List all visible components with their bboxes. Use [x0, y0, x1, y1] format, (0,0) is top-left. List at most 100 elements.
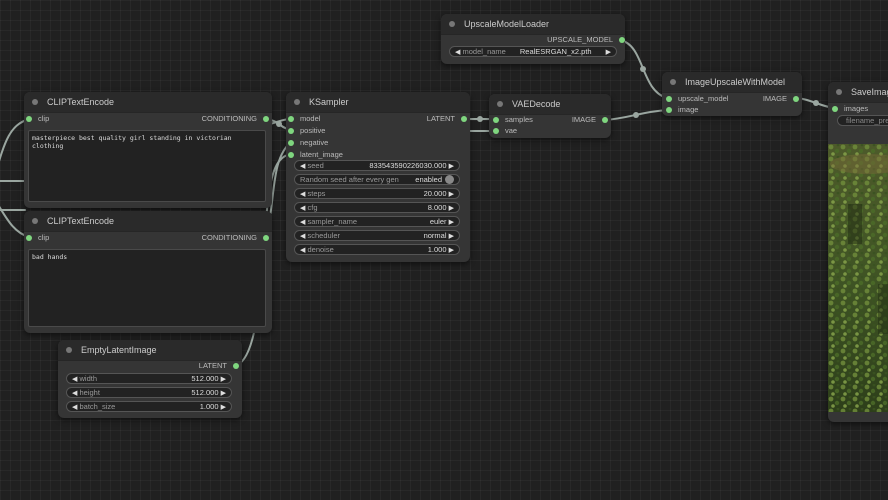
node-save-image[interactable]: SaveImage images filename_pref [828, 82, 888, 422]
input-clip[interactable]: clip [26, 114, 49, 124]
toggle-icon[interactable] [445, 175, 454, 185]
arrow-right-icon[interactable]: ▶ [221, 404, 226, 411]
output-pin-icon[interactable] [619, 37, 625, 43]
input-pin-icon[interactable] [288, 128, 294, 134]
node-ksampler[interactable]: KSampler model positive negative latent_… [286, 92, 470, 262]
output-conditioning[interactable]: CONDITIONING [202, 114, 269, 124]
widget-value: 1.000 [199, 402, 219, 411]
prompt-text-area[interactable]: masterpiece best quality girl standing i… [28, 130, 266, 202]
input-pin-icon[interactable] [832, 106, 838, 112]
seed-widget[interactable]: ◀ seed 833543590226030.000 ▶ [294, 160, 460, 171]
filename-prefix-field[interactable]: filename_pref [837, 115, 888, 126]
input-model[interactable]: model [288, 114, 320, 124]
collapse-dot-icon[interactable] [670, 79, 676, 85]
scheduler-combo[interactable]: ◀ scheduler normal ▶ [294, 230, 460, 241]
arrow-left-icon[interactable]: ◀ [300, 163, 305, 170]
node-title-bar[interactable]: ImageUpscaleWithModel [662, 72, 802, 93]
node-clip-text-encode-positive[interactable]: CLIPTextEncode clip CONDITIONING masterp… [24, 92, 272, 208]
input-label: image [678, 105, 699, 114]
node-image-upscale-with-model[interactable]: ImageUpscaleWithModel upscale_model imag… [662, 72, 802, 116]
input-pin-icon[interactable] [288, 140, 294, 146]
arrow-left-icon[interactable]: ◀ [455, 49, 460, 56]
output-label: IMAGE [571, 115, 596, 124]
node-clip-text-encode-negative[interactable]: CLIPTextEncode clip CONDITIONING bad han… [24, 211, 272, 333]
arrow-left-icon[interactable]: ◀ [300, 233, 305, 240]
input-positive[interactable]: positive [288, 126, 325, 136]
node-title-bar[interactable]: CLIPTextEncode [24, 92, 272, 113]
arrow-left-icon[interactable]: ◀ [72, 404, 77, 411]
node-title-bar[interactable]: VAEDecode [489, 94, 611, 115]
arrow-left-icon[interactable]: ◀ [72, 376, 77, 383]
steps-widget[interactable]: ◀ steps 20.000 ▶ [294, 188, 460, 199]
output-pin-icon[interactable] [461, 116, 467, 122]
arrow-right-icon[interactable]: ▶ [449, 163, 454, 170]
output-pin-icon[interactable] [263, 116, 269, 122]
cfg-widget[interactable]: ◀ cfg 8.000 ▶ [294, 202, 460, 213]
arrow-left-icon[interactable]: ◀ [300, 191, 305, 198]
input-pin-icon[interactable] [666, 96, 672, 102]
height-widget[interactable]: ◀ height 512.000 ▶ [66, 387, 232, 398]
denoise-widget[interactable]: ◀ denoise 1.000 ▶ [294, 244, 460, 255]
prompt-text-area[interactable]: bad hands [28, 249, 266, 327]
input-image[interactable]: image [666, 105, 698, 115]
output-pin-icon[interactable] [233, 363, 239, 369]
arrow-right-icon[interactable]: ▶ [449, 191, 454, 198]
input-samples[interactable]: samples [493, 115, 533, 125]
node-title-bar[interactable]: UpscaleModelLoader [441, 14, 625, 35]
input-pin-icon[interactable] [288, 116, 294, 122]
input-vae[interactable]: vae [493, 126, 517, 136]
arrow-right-icon[interactable]: ▶ [449, 205, 454, 212]
random-seed-toggle[interactable]: Random seed after every gen enabled [294, 174, 460, 185]
input-pin-icon[interactable] [288, 152, 294, 158]
output-image[interactable]: IMAGE [763, 94, 799, 104]
input-upscale-model[interactable]: upscale_model [666, 94, 728, 104]
output-image[interactable]: IMAGE [572, 115, 608, 125]
arrow-right-icon[interactable]: ▶ [449, 247, 454, 254]
output-conditioning[interactable]: CONDITIONING [202, 233, 269, 243]
input-negative[interactable]: negative [288, 138, 328, 148]
arrow-right-icon[interactable]: ▶ [449, 233, 454, 240]
node-title-bar[interactable]: SaveImage [828, 82, 888, 103]
input-images[interactable]: images [832, 104, 868, 114]
arrow-right-icon[interactable]: ▶ [221, 376, 226, 383]
input-pin-icon[interactable] [493, 117, 499, 123]
input-pin-icon[interactable] [26, 235, 32, 241]
arrow-left-icon[interactable]: ◀ [300, 247, 305, 254]
output-pin-icon[interactable] [263, 235, 269, 241]
collapse-dot-icon[interactable] [449, 21, 455, 27]
arrow-left-icon[interactable]: ◀ [300, 205, 305, 212]
collapse-dot-icon[interactable] [66, 347, 72, 353]
node-title-bar[interactable]: KSampler [286, 92, 470, 113]
node-vae-decode[interactable]: VAEDecode samples vae IMAGE [489, 94, 611, 138]
input-pin-icon[interactable] [26, 116, 32, 122]
node-title-bar[interactable]: EmptyLatentImage [58, 340, 242, 361]
width-widget[interactable]: ◀ width 512.000 ▶ [66, 373, 232, 384]
output-latent[interactable]: LATENT [427, 114, 467, 124]
output-pin-icon[interactable] [793, 96, 799, 102]
output-latent[interactable]: LATENT [199, 361, 239, 371]
collapse-dot-icon[interactable] [294, 99, 300, 105]
arrow-left-icon[interactable]: ◀ [72, 390, 77, 397]
output-upscale-model[interactable]: UPSCALE_MODEL [547, 35, 625, 45]
collapse-dot-icon[interactable] [497, 101, 503, 107]
model-name-combo[interactable]: ◀ model_name RealESRGAN_x2.pth ▶ [449, 46, 617, 57]
input-pin-icon[interactable] [493, 128, 499, 134]
node-title-bar[interactable]: CLIPTextEncode [24, 211, 272, 232]
node-upscale-model-loader[interactable]: UpscaleModelLoader UPSCALE_MODEL ◀ model… [441, 14, 625, 64]
output-pin-icon[interactable] [602, 117, 608, 123]
arrow-right-icon[interactable]: ▶ [221, 390, 226, 397]
collapse-dot-icon[interactable] [32, 218, 38, 224]
arrow-right-icon[interactable]: ▶ [449, 219, 454, 226]
arrow-left-icon[interactable]: ◀ [300, 219, 305, 226]
sampler-name-combo[interactable]: ◀ sampler_name euler ▶ [294, 216, 460, 227]
node-empty-latent-image[interactable]: EmptyLatentImage LATENT ◀ width 512.000 … [58, 340, 242, 418]
batch-size-widget[interactable]: ◀ batch_size 1.000 ▶ [66, 401, 232, 412]
collapse-dot-icon[interactable] [32, 99, 38, 105]
input-clip[interactable]: clip [26, 233, 49, 243]
input-latent-image[interactable]: latent_image [288, 150, 343, 160]
collapse-dot-icon[interactable] [836, 89, 842, 95]
input-pin-icon[interactable] [666, 107, 672, 113]
widget-label: height [79, 388, 100, 397]
image-preview[interactable] [828, 144, 888, 412]
arrow-right-icon[interactable]: ▶ [606, 48, 611, 56]
